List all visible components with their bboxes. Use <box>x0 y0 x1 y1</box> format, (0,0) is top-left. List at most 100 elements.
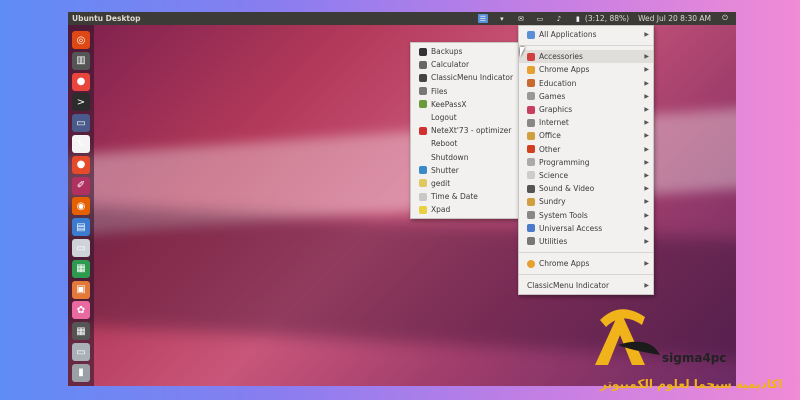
keyboard-layout-icon[interactable]: ▭ <box>535 14 545 23</box>
system-tools-icon <box>527 211 535 220</box>
menu-item-games[interactable]: Games ▶ <box>519 90 653 103</box>
accessories-item-label: NeteXt'73 - optimizer <box>431 126 512 136</box>
internet-icon <box>527 118 535 127</box>
accessories-item-label: KeePassX <box>431 99 467 109</box>
shutter-icon <box>419 166 427 175</box>
classicmenu-indicator-icon[interactable]: ☰ <box>477 14 488 23</box>
pen-icon[interactable]: ✐ <box>72 176 90 195</box>
power-icon[interactable]: ⏻ <box>720 14 730 23</box>
wifi-icon[interactable]: ▾ <box>497 14 507 23</box>
menu-item-other[interactable]: Other ▶ <box>519 143 653 156</box>
document-icon[interactable]: ✎ <box>72 135 90 153</box>
chevron-right-icon: ▶ <box>644 224 649 232</box>
accessories-item[interactable]: Shutdown <box>411 151 519 164</box>
keyboard-icon[interactable]: ▦ <box>72 322 90 341</box>
menu-item-classicmenu-indicator[interactable]: ClassicMenu Indicator ▶ <box>519 279 653 292</box>
accessories-item-label: Shutdown <box>431 152 469 162</box>
gedit-icon <box>419 179 427 188</box>
chevron-right-icon: ▶ <box>644 185 649 193</box>
menu-item-programming[interactable]: Programming ▶ <box>519 156 653 169</box>
all-apps-icon <box>527 30 535 39</box>
menu-item-label: Games <box>539 91 566 101</box>
backups-icon <box>419 47 427 56</box>
mixer-icon[interactable]: ▥ <box>72 51 90 70</box>
chevron-right-icon: ▶ <box>644 132 649 140</box>
accessories-item[interactable]: KeePassX <box>411 98 519 111</box>
accessories-item[interactable]: Logout <box>411 111 519 124</box>
logo-text: sigma4pc <box>662 351 727 365</box>
menu-item-office[interactable]: Office ▶ <box>519 129 653 142</box>
menu-item-label: Sundry <box>539 197 566 207</box>
accessories-item[interactable]: Calculator <box>411 58 519 71</box>
accessories-item[interactable]: Backups <box>411 45 519 58</box>
volume-icon[interactable]: ♪ <box>554 14 564 23</box>
menu-item-chrome-apps[interactable]: Chrome Apps ▶ <box>519 63 653 76</box>
accessories-item[interactable]: Xpad <box>411 203 519 216</box>
accessories-item[interactable]: Files <box>411 85 519 98</box>
ubuntu-icon[interactable]: ◎ <box>72 31 90 49</box>
store-icon[interactable]: ● <box>72 155 90 174</box>
system-tray: ☰ ▾ ✉ ▭ ♪ ▮ (3:12, 88%) Wed Jul 20 8:30 … <box>477 12 730 25</box>
writer-icon[interactable]: ▤ <box>72 218 90 237</box>
chevron-right-icon: ▶ <box>644 237 649 245</box>
chevron-right-icon: ▶ <box>644 66 649 74</box>
accessories-item[interactable]: Reboot <box>411 137 519 150</box>
menu-item-sundry[interactable]: Sundry ▶ <box>519 195 653 208</box>
accessories-item[interactable]: gedit <box>411 177 519 190</box>
blank-icon <box>419 153 427 161</box>
logo-arabic-text: اكاديمية سيجما لعلوم الكمبيوتر <box>600 377 783 391</box>
menu-item-education[interactable]: Education ▶ <box>519 77 653 90</box>
accessories-item-label: Logout <box>431 113 457 123</box>
menu-item-label: Sound & Video <box>539 184 595 194</box>
disk-icon[interactable]: ▭ <box>72 343 90 361</box>
menu-item-utilities[interactable]: Utilities ▶ <box>519 235 653 248</box>
firefox-icon[interactable]: ◉ <box>72 197 90 216</box>
programming-icon <box>527 158 535 167</box>
classicmenu-main: All Applications ▶ Accessories ▶ Chrome Ap… <box>518 25 654 296</box>
mail-icon[interactable]: ✉ <box>516 14 526 23</box>
chrome-icon <box>527 259 535 268</box>
battery-icon[interactable]: ▮ <box>573 14 583 23</box>
universal-access-icon <box>527 224 535 233</box>
menu-item-sound-video[interactable]: Sound & Video ▶ <box>519 182 653 195</box>
calc-icon[interactable]: ▦ <box>72 259 90 278</box>
clock[interactable]: Wed Jul 20 8:30 AM <box>638 14 711 23</box>
clock-icon <box>419 192 427 201</box>
menu-item-internet[interactable]: Internet ▶ <box>519 116 653 129</box>
menu-item-label: Utilities <box>539 236 568 246</box>
launcher: ◎ ▥ ● > ▭ ✎ ● ✐ ◉ ▤ ▭ ▦ ▣ ✿ ▦ ▭ ▮ <box>68 25 94 386</box>
accessories-item[interactable]: Time & Date <box>411 190 519 203</box>
accessories-item[interactable]: ClassicMenu Indicator <box>411 71 519 84</box>
menu-item-system-tools[interactable]: System Tools ▶ <box>519 208 653 221</box>
trash-icon[interactable]: ▮ <box>72 363 90 382</box>
accessories-icon <box>527 52 535 61</box>
menu-item-accessories[interactable]: Accessories ▶ <box>519 50 653 64</box>
impress-icon[interactable]: ▣ <box>72 280 90 299</box>
terminal-icon[interactable]: > <box>72 93 90 112</box>
blank-icon <box>419 114 427 122</box>
menu-item-graphics[interactable]: Graphics ▶ <box>519 103 653 116</box>
accessories-item[interactable]: Shutter <box>411 164 519 177</box>
menu-item-chrome-apps-bottom[interactable]: Chrome Apps ▶ <box>519 257 653 270</box>
menu-item-label: Accessories <box>539 52 583 62</box>
display-icon[interactable]: ▭ <box>72 114 90 133</box>
chevron-right-icon: ▶ <box>644 171 649 179</box>
menu-item-science[interactable]: Science ▶ <box>519 169 653 182</box>
chevron-right-icon: ▶ <box>644 198 649 206</box>
chevron-right-icon: ▶ <box>644 92 649 100</box>
accessories-item[interactable]: NeteXt'73 - optimizer <box>411 124 519 137</box>
chrome-icon[interactable]: ● <box>72 72 90 91</box>
other-icon <box>527 145 535 154</box>
graphics-icon <box>527 105 535 114</box>
chevron-right-icon: ▶ <box>644 260 649 268</box>
menu-item-universal-access[interactable]: Universal Access ▶ <box>519 222 653 235</box>
accessories-item-label: Time & Date <box>431 192 478 202</box>
top-panel: Ubuntu Desktop ☰ ▾ ✉ ▭ ♪ ▮ (3:12, 88%) W… <box>68 12 736 25</box>
drive-icon[interactable]: ▭ <box>72 239 90 257</box>
education-icon <box>527 79 535 88</box>
office-icon <box>527 131 535 140</box>
accessories-item-label: Xpad <box>431 205 451 215</box>
menu-item-all-applications[interactable]: All Applications ▶ <box>519 28 653 41</box>
accessories-item-label: Backups <box>431 47 463 57</box>
flower-icon[interactable]: ✿ <box>72 301 90 320</box>
